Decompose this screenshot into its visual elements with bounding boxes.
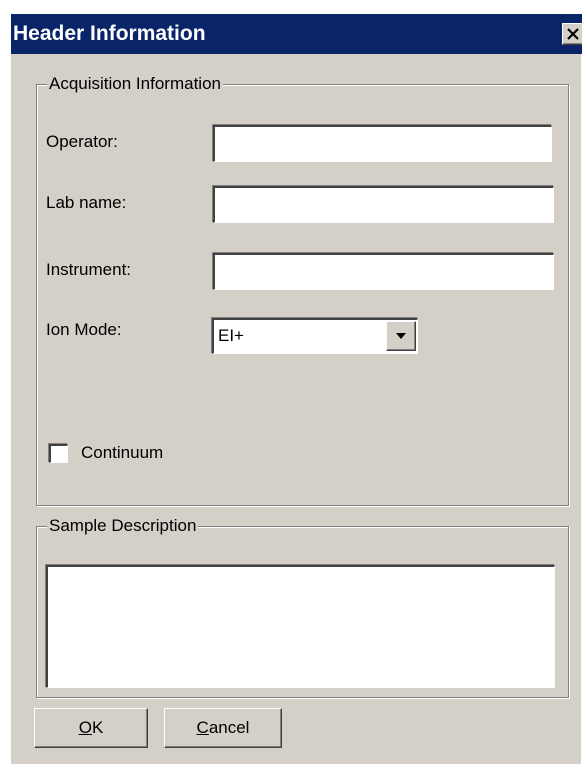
close-button[interactable] xyxy=(562,23,582,45)
ok-label-rest: K xyxy=(91,718,104,737)
close-x-icon xyxy=(567,28,579,40)
continuum-checkbox[interactable] xyxy=(49,444,68,463)
operator-field[interactable] xyxy=(213,125,552,162)
dialog-title: Header Information xyxy=(13,22,206,45)
operator-label: Operator: xyxy=(46,132,118,151)
ok-mnemonic: O xyxy=(78,718,92,737)
header-information-dialog: Header Information Acquisition Informati… xyxy=(10,13,582,764)
dropdown-arrow-icon xyxy=(396,333,406,339)
acquisition-information-label: Acquisition Information xyxy=(47,74,223,94)
ion-mode-dropdown-button[interactable] xyxy=(386,321,416,351)
sample-description-label: Sample Description xyxy=(47,516,199,536)
title-bar[interactable]: Header Information xyxy=(11,14,582,54)
instrument-label: Instrument: xyxy=(46,260,132,279)
ion-mode-select[interactable]: EI+ xyxy=(212,318,418,354)
ion-mode-value: EI+ xyxy=(218,326,244,345)
continuum-label[interactable]: Continuum xyxy=(81,443,163,463)
cancel-button[interactable]: Cancel xyxy=(164,708,282,748)
lab-name-field[interactable] xyxy=(213,186,554,223)
ion-mode-label: Ion Mode: xyxy=(46,320,122,339)
sample-description-field[interactable] xyxy=(46,565,555,688)
cancel-mnemonic: C xyxy=(196,718,209,737)
lab-name-label: Lab name: xyxy=(46,193,127,212)
cancel-label-rest: ancel xyxy=(208,718,250,737)
instrument-field[interactable] xyxy=(213,253,554,290)
ok-button[interactable]: OK xyxy=(34,708,148,748)
